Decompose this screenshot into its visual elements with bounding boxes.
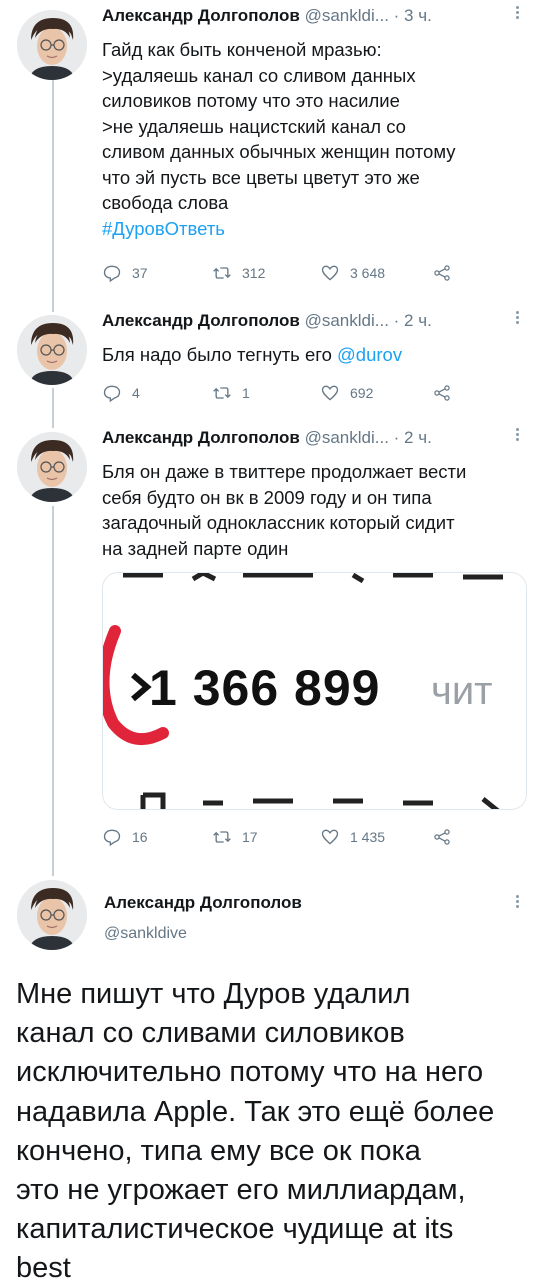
media-word: чит (431, 669, 493, 713)
share-icon (434, 265, 450, 281)
tweet-header: Александр Долгополов @sankldi... · 3 ч. (102, 6, 512, 26)
tweet-line: это не угрожает его миллиардам, (16, 1174, 466, 1207)
reply-button[interactable]: 37 (102, 263, 148, 283)
tweet-actions: 37 312 3 648 (102, 263, 462, 287)
tweet-line: Бля он даже в твиттере продолжает вести (102, 461, 467, 482)
tweet-text: Бля надо было тегнуть его @durov (102, 342, 526, 368)
share-button[interactable] (432, 827, 452, 847)
tweet-line: на задней парте один (102, 537, 289, 559)
like-count: 1 435 (350, 829, 386, 845)
reply-button[interactable]: 4 (102, 383, 140, 403)
avatar-image (17, 432, 87, 502)
tweet-line: свобода слова (102, 192, 229, 213)
tweet-actions: 16 17 1 435 (102, 827, 462, 851)
tweet-line: сливом данных обычных женщин потому (102, 141, 456, 162)
tweet-line: Гайд как быть конченой мразью: (102, 39, 382, 60)
main-author-handle[interactable]: @sankldive (104, 925, 187, 943)
tweet-header: Александр Долгополов @sankldi... · 2 ч. (102, 428, 512, 448)
main-avatar[interactable] (17, 880, 87, 950)
tweet-line: канал со сливами силовиков (16, 1017, 405, 1050)
reply-icon (103, 265, 121, 283)
thread-line (52, 80, 54, 312)
more-icon[interactable] (514, 893, 520, 911)
share-icon (434, 829, 450, 845)
heart-icon (321, 385, 339, 401)
tweet-line: Бля надо было тегнуть его (102, 344, 338, 365)
share-button[interactable] (432, 263, 452, 283)
author-handle[interactable]: @sankldi... (305, 6, 389, 25)
tweet-line: исключительно потому что на него (16, 1056, 484, 1089)
author-name[interactable]: Александр Долгополов (102, 311, 300, 330)
tweet-actions: 4 1 692 (102, 383, 462, 407)
author-name[interactable]: Александр Долгополов (102, 6, 300, 25)
retweet-button[interactable]: 17 (212, 827, 258, 847)
tweet-time[interactable]: · 2 ч. (394, 428, 432, 447)
tweet-text: Гайд как быть конченой мразью: >удаляешь… (102, 37, 526, 241)
heart-icon (321, 265, 339, 281)
more-icon[interactable] (514, 426, 520, 444)
reply-icon (103, 385, 121, 403)
more-icon[interactable] (514, 309, 520, 327)
media-number: 1 366 899 (149, 660, 381, 716)
author-handle[interactable]: @sankldi... (305, 428, 389, 447)
like-button[interactable]: 3 648 (320, 263, 385, 283)
tweet-line: себя будто он вк в 2009 году и он типа (102, 486, 432, 508)
share-icon (434, 385, 450, 401)
avatar[interactable] (17, 315, 87, 385)
retweet-button[interactable]: 1 (212, 383, 250, 403)
tweet-time[interactable]: · 3 ч. (394, 6, 432, 25)
tweet-line: загадочный одноклассник который сидит (102, 512, 455, 533)
retweet-icon (213, 831, 231, 843)
tweet-media[interactable]: 1 366 899 чит (102, 572, 527, 810)
reply-count: 16 (132, 829, 148, 845)
tweet-line: best (16, 1252, 71, 1280)
retweet-count: 312 (242, 265, 266, 281)
main-tweet-text: Мне пишут что Дуров удалил канал со слив… (16, 975, 536, 1280)
like-button[interactable]: 1 435 (320, 827, 385, 847)
tweet-line: >не удаляешь нацистский канал со (102, 115, 406, 137)
tweet-line: >удаляешь канал со сливом данных (102, 64, 416, 86)
author-handle[interactable]: @sankldi... (305, 311, 389, 330)
tweet-line: кончено, типа ему все ок пока (16, 1134, 421, 1167)
retweet-icon (213, 267, 231, 279)
tweet-line: силовиков потому что это насилие (102, 90, 400, 111)
like-button[interactable]: 692 (320, 383, 373, 403)
tweet-text: Бля он даже в твиттере продолжает вести … (102, 459, 526, 561)
thread-line (52, 506, 54, 876)
like-count: 3 648 (350, 265, 386, 281)
main-author-name[interactable]: Александр Долгополов (104, 893, 302, 913)
retweet-count: 1 (242, 385, 250, 401)
reply-icon (103, 829, 121, 847)
like-count: 692 (350, 385, 374, 401)
author-name[interactable]: Александр Долгополов (102, 428, 300, 447)
share-button[interactable] (432, 383, 452, 403)
hashtag-link[interactable]: #ДуровОтветь (102, 216, 526, 242)
tweet-header: Александр Долгополов @sankldi... · 2 ч. (102, 311, 512, 331)
retweet-icon (213, 387, 231, 399)
heart-icon (321, 829, 339, 845)
avatar-image (17, 10, 87, 80)
reply-count: 4 (132, 385, 140, 401)
tweet-time[interactable]: · 2 ч. (394, 311, 432, 330)
tweet-line: что эй пусть все цветы цветут это же (102, 166, 420, 188)
retweet-button[interactable]: 312 (212, 263, 265, 283)
thread-line (52, 388, 54, 428)
reply-button[interactable]: 16 (102, 827, 148, 847)
mention-link[interactable]: @durov (337, 344, 402, 365)
avatar[interactable] (17, 432, 87, 502)
tweet-line: Мне пишут что Дуров удалил (16, 978, 411, 1010)
retweet-count: 17 (242, 829, 258, 845)
avatar-image (17, 880, 87, 950)
reply-count: 37 (132, 265, 148, 281)
more-icon[interactable] (514, 4, 520, 22)
tweet-line: надавила Apple. Так это ещё более (16, 1095, 495, 1128)
avatar[interactable] (17, 10, 87, 80)
avatar-image (17, 315, 87, 385)
tweet-line: капиталистическое чудище at its (16, 1213, 454, 1246)
